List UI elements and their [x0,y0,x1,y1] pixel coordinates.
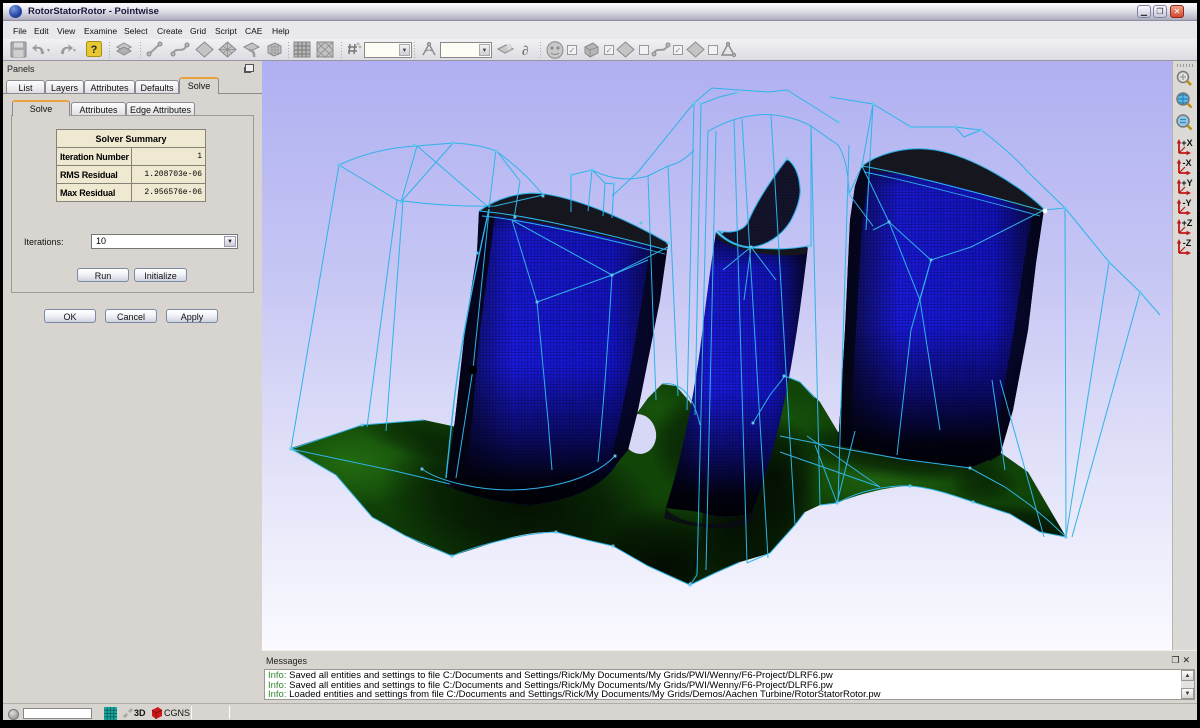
svg-text:+Z: +Z [1182,218,1193,228]
svg-text:?: ? [91,44,98,56]
svg-text:-X: -X [1183,158,1192,168]
svg-text:-Y: -Y [1183,198,1192,208]
svg-text:+Y: +Y [1181,178,1192,188]
svg-text:-Z: -Z [1183,238,1192,248]
svg-text:+X: +X [1181,138,1192,148]
